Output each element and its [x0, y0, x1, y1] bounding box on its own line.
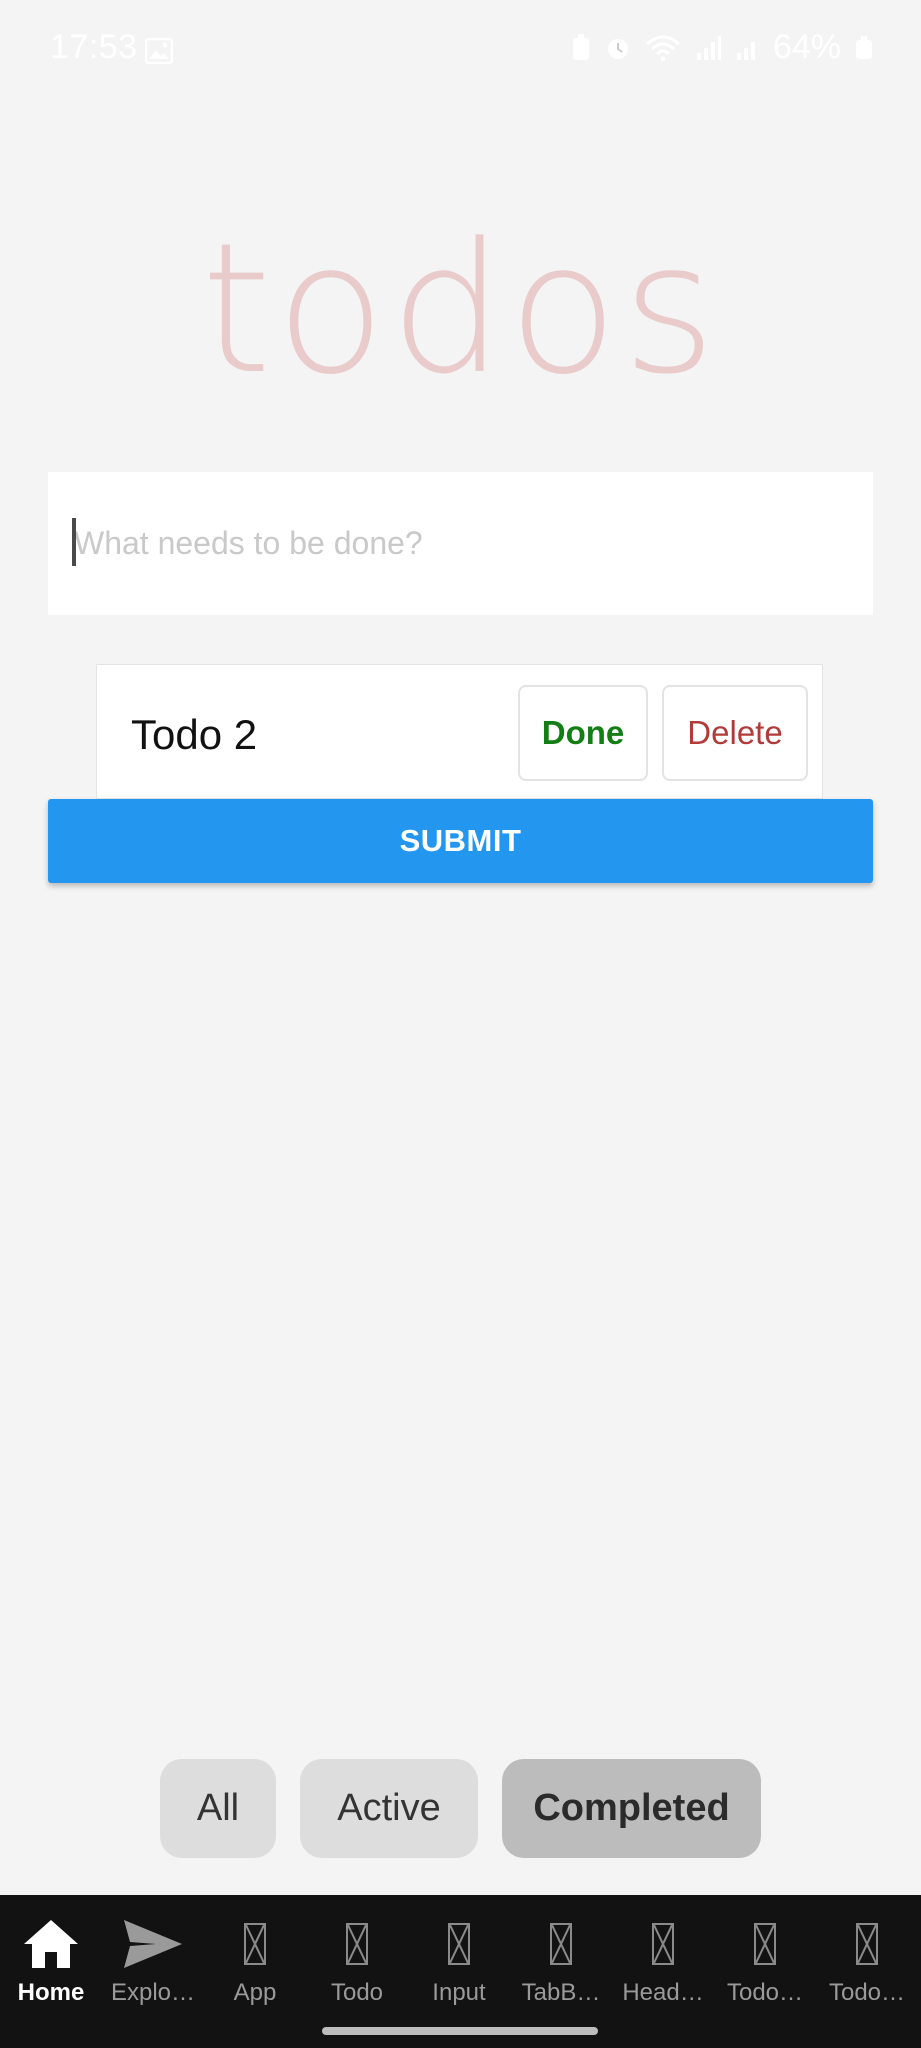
send-icon: [122, 1913, 184, 1975]
status-time: 17:53: [50, 28, 138, 66]
status-bar: 17:53 64%: [0, 0, 921, 96]
battery-saver-icon: [571, 33, 591, 62]
filter-active-button[interactable]: Active: [300, 1759, 478, 1858]
missing-glyph-icon: [448, 1913, 470, 1975]
missing-glyph-icon: [652, 1913, 674, 1975]
tab-input[interactable]: Input: [408, 1895, 510, 2020]
new-todo-field[interactable]: [48, 472, 873, 615]
status-icons: 64%: [571, 28, 873, 67]
done-button[interactable]: Done: [518, 685, 648, 781]
tab-explore[interactable]: Explo…: [102, 1895, 204, 2020]
missing-glyph-icon: [856, 1923, 878, 1965]
tab-header[interactable]: Head…: [612, 1895, 714, 2020]
tab-label: Input: [432, 1979, 486, 2006]
gallery-notification-icon: [144, 34, 174, 65]
missing-glyph-icon: [856, 1913, 878, 1975]
tab-label: Todo: [330, 1979, 384, 2006]
filter-completed-button[interactable]: Completed: [502, 1759, 761, 1858]
submit-button[interactable]: SUBMIT: [48, 799, 873, 883]
signal-icon-2: [735, 35, 759, 61]
tab-tabbar[interactable]: TabB…: [510, 1895, 612, 2020]
missing-glyph-icon: [244, 1913, 266, 1975]
tab-label: Todo…: [726, 1979, 804, 2006]
missing-glyph-icon: [550, 1913, 572, 1975]
alarm-icon: [605, 35, 631, 61]
text-cursor: [72, 518, 76, 566]
filter-all-button[interactable]: All: [160, 1759, 276, 1858]
missing-glyph-icon: [448, 1923, 470, 1965]
missing-glyph-icon: [550, 1923, 572, 1965]
missing-glyph-icon: [652, 1923, 674, 1965]
tab-label: Home: [17, 1979, 85, 2006]
missing-glyph-icon: [346, 1913, 368, 1975]
battery-percent: 64%: [772, 28, 841, 66]
tab-app[interactable]: App: [204, 1895, 306, 2020]
wifi-icon: [645, 34, 681, 62]
tab-home[interactable]: Home: [0, 1895, 102, 2020]
home-icon: [22, 1913, 80, 1975]
tab-label: Head…: [622, 1979, 704, 2006]
tab-label: App: [233, 1979, 277, 2006]
home-indicator[interactable]: [322, 2027, 598, 2035]
missing-glyph-icon: [754, 1913, 776, 1975]
signal-icon: [695, 35, 721, 61]
missing-glyph-icon: [754, 1923, 776, 1965]
todo-text: Todo 2: [131, 711, 258, 758]
bottom-tab-bar: Home Explo… App Todo Input TabB… Head… T…: [0, 1895, 921, 2048]
app-title: todos: [201, 205, 720, 414]
tab-todo[interactable]: Todo: [306, 1895, 408, 2020]
tab-todo-3[interactable]: Todo…: [816, 1895, 918, 2020]
tab-label: Explo…: [110, 1979, 196, 2006]
delete-button[interactable]: Delete: [662, 685, 808, 781]
todo-item: Todo 2 Done Delete: [96, 664, 823, 799]
tab-label: TabB…: [521, 1979, 601, 2006]
tab-label: Todo…: [828, 1979, 906, 2006]
tab-todo-2[interactable]: Todo…: [714, 1895, 816, 2020]
missing-glyph-icon: [244, 1923, 266, 1965]
battery-icon: [855, 35, 873, 60]
new-todo-input[interactable]: [72, 512, 836, 574]
missing-glyph-icon: [346, 1923, 368, 1965]
